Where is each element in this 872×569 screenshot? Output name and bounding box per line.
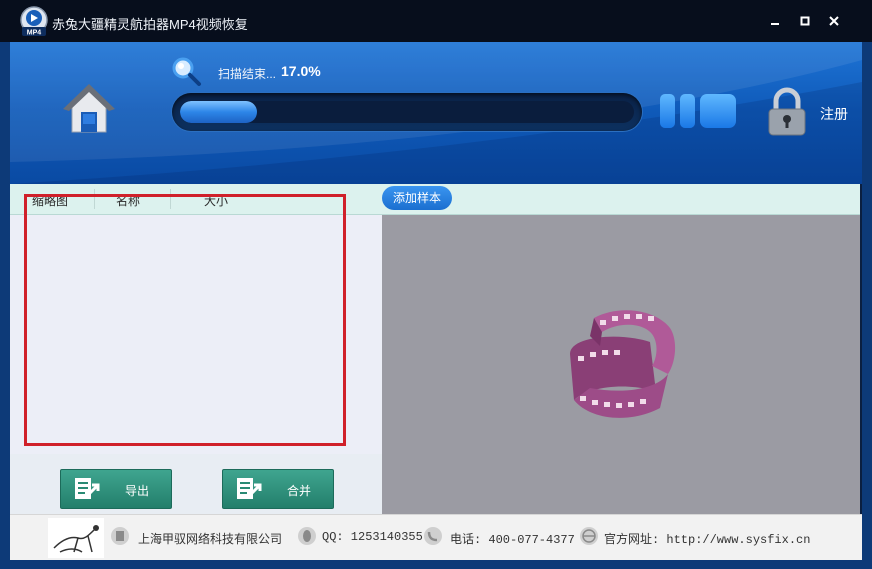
window-border-bottom bbox=[0, 559, 872, 569]
search-icon bbox=[172, 57, 201, 86]
merge-button[interactable]: 合并 bbox=[222, 469, 334, 509]
footer-company: 上海甲驭网络科技有限公司 bbox=[138, 532, 283, 546]
company-icon bbox=[111, 527, 129, 545]
phone-icon bbox=[424, 527, 442, 545]
pause-button[interactable] bbox=[660, 94, 696, 128]
app-window: MP4 赤兔大疆精灵航拍器MP4视频恢复 扫描结束... 17.0% 注册 缩略… bbox=[0, 0, 872, 569]
scan-status-text: 扫描结束... bbox=[218, 67, 277, 81]
minimize-icon bbox=[771, 23, 779, 25]
app-icon-badge: MP4 bbox=[27, 30, 42, 37]
add-sample-button[interactable]: 添加样本 bbox=[382, 186, 452, 210]
footer-phone: 电话: 400-077-4377 bbox=[450, 533, 575, 547]
maximize-icon bbox=[800, 16, 810, 26]
preview-toolbar: 添加样本 bbox=[382, 184, 860, 215]
file-list-panel: 缩略图 名称 大小 导出 合并 bbox=[10, 184, 382, 514]
window-border-right bbox=[862, 42, 872, 569]
merge-icon bbox=[237, 478, 262, 499]
window-title: 赤兔大疆精灵航拍器MP4视频恢复 bbox=[52, 17, 248, 32]
title-bar: MP4 赤兔大疆精灵航拍器MP4视频恢复 bbox=[0, 0, 872, 42]
close-button[interactable] bbox=[825, 12, 843, 30]
maximize-button[interactable] bbox=[796, 12, 814, 30]
progress-fill bbox=[180, 101, 258, 123]
globe-icon bbox=[580, 527, 598, 545]
company-logo bbox=[48, 518, 104, 558]
export-button[interactable]: 导出 bbox=[60, 469, 172, 509]
preview-panel: 添加样本 bbox=[382, 184, 860, 514]
minimize-button[interactable] bbox=[766, 12, 784, 30]
footer-website[interactable]: 官方网址: http://www.sysfix.cn bbox=[604, 530, 810, 547]
progress-percent: 17.0% bbox=[281, 63, 321, 79]
highlight-annotation bbox=[24, 194, 346, 446]
export-label: 导出 bbox=[125, 484, 150, 498]
home-icon[interactable] bbox=[62, 82, 116, 138]
scan-progress-bar bbox=[172, 93, 642, 131]
app-logo-icon: MP4 bbox=[20, 6, 48, 37]
export-icon bbox=[75, 478, 100, 499]
pause-icon-bar bbox=[680, 94, 695, 128]
footer-qq: QQ: 1253140355 bbox=[322, 530, 423, 544]
progress-track-inner bbox=[180, 101, 634, 123]
footer-bar: 上海甲驭网络科技有限公司 QQ: 1253140355 电话: 400-077-… bbox=[10, 514, 862, 560]
close-icon bbox=[829, 16, 839, 26]
toolbar-header: 扫描结束... 17.0% 注册 bbox=[10, 42, 862, 184]
lock-icon[interactable] bbox=[766, 87, 808, 137]
window-border-left bbox=[0, 42, 10, 569]
register-link[interactable]: 注册 bbox=[820, 104, 848, 124]
merge-label: 合并 bbox=[287, 484, 312, 498]
film-reel-icon bbox=[570, 310, 676, 418]
qq-icon bbox=[298, 527, 316, 545]
pause-icon bbox=[660, 94, 675, 128]
stop-button[interactable] bbox=[700, 94, 736, 128]
